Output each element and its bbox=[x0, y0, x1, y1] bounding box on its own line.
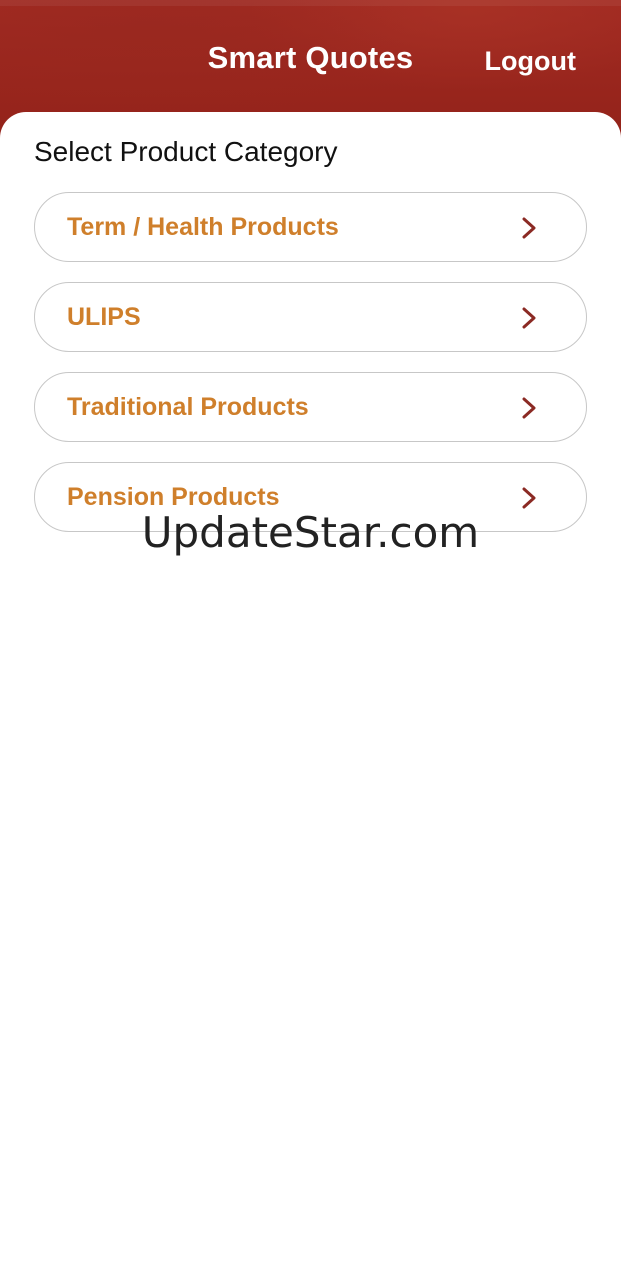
section-title: Select Product Category bbox=[34, 136, 338, 167]
logout-button[interactable]: Logout bbox=[485, 46, 576, 77]
category-label: ULIPS bbox=[67, 302, 141, 331]
chevron-right-icon bbox=[522, 217, 536, 239]
watermark-text: UpdateStar.com bbox=[141, 508, 480, 557]
chevron-right-icon bbox=[522, 307, 536, 329]
content-card: Select Product Category Term / Health Pr… bbox=[0, 112, 621, 1280]
chevron-right-icon bbox=[522, 397, 536, 419]
category-label: Term / Health Products bbox=[67, 212, 339, 241]
category-label: Traditional Products bbox=[67, 392, 309, 421]
category-term-health[interactable]: Term / Health Products bbox=[34, 192, 587, 262]
chevron-right-icon bbox=[522, 487, 536, 509]
app-screen: Smart Quotes Logout Select Product Categ… bbox=[0, 0, 621, 1280]
category-traditional[interactable]: Traditional Products bbox=[34, 372, 587, 442]
status-bar bbox=[0, 0, 621, 6]
category-list: Term / Health Products ULIPS Traditional… bbox=[34, 192, 587, 552]
category-ulips[interactable]: ULIPS bbox=[34, 282, 587, 352]
